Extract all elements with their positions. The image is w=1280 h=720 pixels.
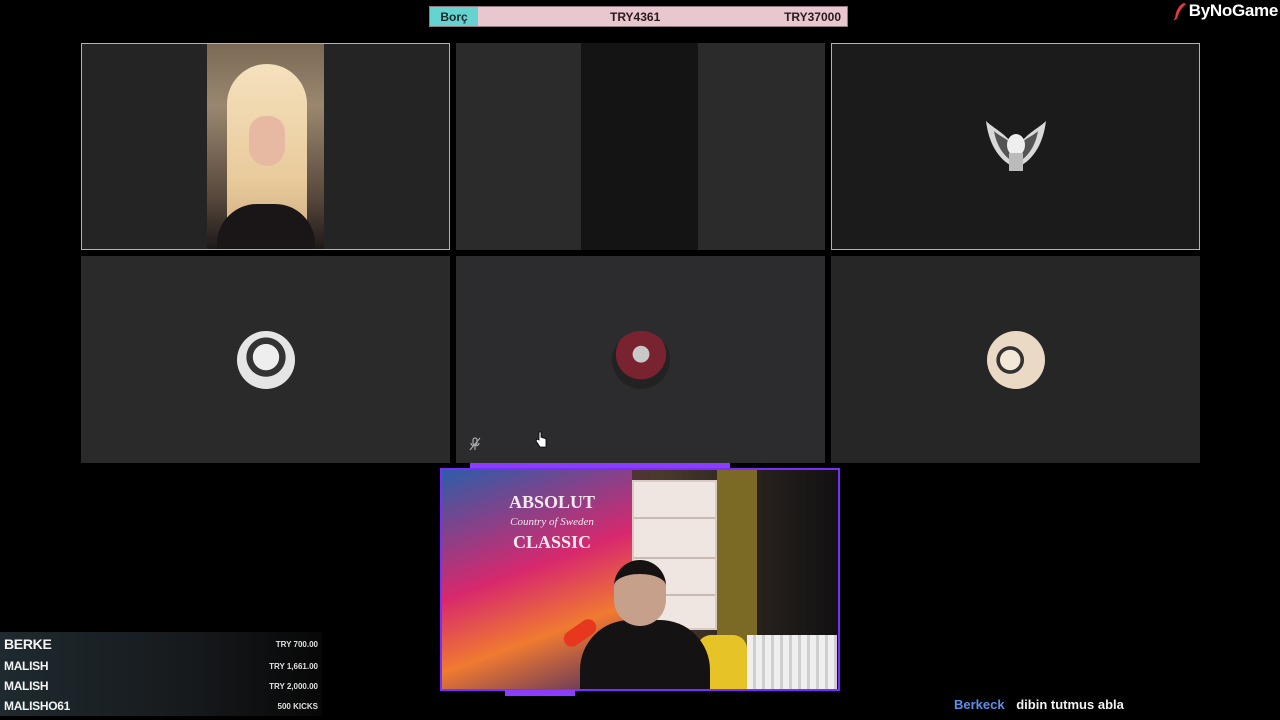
donation-row: BERKE TRY 700.00 bbox=[0, 632, 322, 656]
streamer-webcam: ABSOLUT Country of Sweden CLASSIC bbox=[440, 468, 840, 691]
brand-logo: ByNoGame bbox=[1173, 1, 1278, 21]
participant-tile-2[interactable] bbox=[456, 43, 825, 250]
webcam-frame-accent-bottom bbox=[505, 690, 575, 696]
streamer-body bbox=[580, 620, 710, 689]
shelf-divider bbox=[634, 557, 715, 559]
hand-cursor-icon bbox=[535, 431, 547, 448]
donations-list: BERKE TRY 700.00 MALISH TRY 1,661.00 MAL… bbox=[0, 632, 322, 716]
donation-row: MALISH TRY 1,661.00 bbox=[0, 656, 322, 676]
donation-amount: TRY 2,000.00 bbox=[269, 681, 318, 691]
winged-skull-avatar bbox=[985, 120, 1046, 171]
chat-username: Berkeck bbox=[954, 697, 1005, 712]
donation-amount: TRY 1,661.00 bbox=[269, 661, 318, 671]
rapper-avatar bbox=[236, 330, 295, 389]
participant-tile-4[interactable] bbox=[81, 256, 450, 463]
donation-amount: TRY 700.00 bbox=[275, 639, 318, 649]
debt-target-amount: TRY37000 bbox=[784, 9, 841, 24]
poster-title-2: CLASSIC bbox=[512, 532, 592, 552]
participant-camera-feed-dark bbox=[581, 43, 698, 250]
feather-icon bbox=[1173, 3, 1186, 20]
mic-off-icon[interactable] bbox=[468, 437, 482, 451]
participant-camera-feed bbox=[207, 44, 324, 249]
participant-tile-6[interactable] bbox=[831, 256, 1200, 463]
shelf-divider bbox=[634, 517, 715, 519]
donation-row: MALISH TRY 2,000.00 bbox=[0, 676, 322, 696]
radiator bbox=[747, 635, 837, 689]
chat-message: Berkeck dibin tutmus abla bbox=[954, 697, 1124, 712]
donation-row: MALISHO61 500 KICKS bbox=[0, 696, 322, 716]
poster-title-1: ABSOLUT bbox=[508, 492, 596, 512]
chat-text: dibin tutmus abla bbox=[1016, 697, 1124, 712]
donor-name: MALISHO61 bbox=[4, 699, 70, 713]
debt-current-amount: TRY4361 bbox=[610, 9, 661, 24]
donor-name: MALISH bbox=[4, 679, 49, 693]
donor-name: BERKE bbox=[4, 636, 52, 652]
debt-goal-bar: Borç TRY4361 TRY37000 bbox=[429, 6, 848, 27]
streamer-head bbox=[614, 560, 666, 626]
hooded-assassin-avatar bbox=[611, 330, 670, 389]
couple-avatar bbox=[986, 330, 1045, 389]
participant-tile-3[interactable] bbox=[831, 43, 1200, 250]
face-shape bbox=[249, 116, 285, 166]
donation-amount: 500 KICKS bbox=[277, 701, 318, 711]
participant-tile-1[interactable] bbox=[81, 43, 450, 250]
brand-name: ByNoGame bbox=[1188, 1, 1279, 20]
debt-label: Borç bbox=[430, 7, 478, 26]
poster-text: ABSOLUT Country of Sweden CLASSIC bbox=[492, 492, 612, 552]
participant-tile-5[interactable] bbox=[456, 256, 825, 463]
donor-name: MALISH bbox=[4, 659, 49, 673]
poster-subtitle: Country of Sweden bbox=[510, 516, 594, 528]
